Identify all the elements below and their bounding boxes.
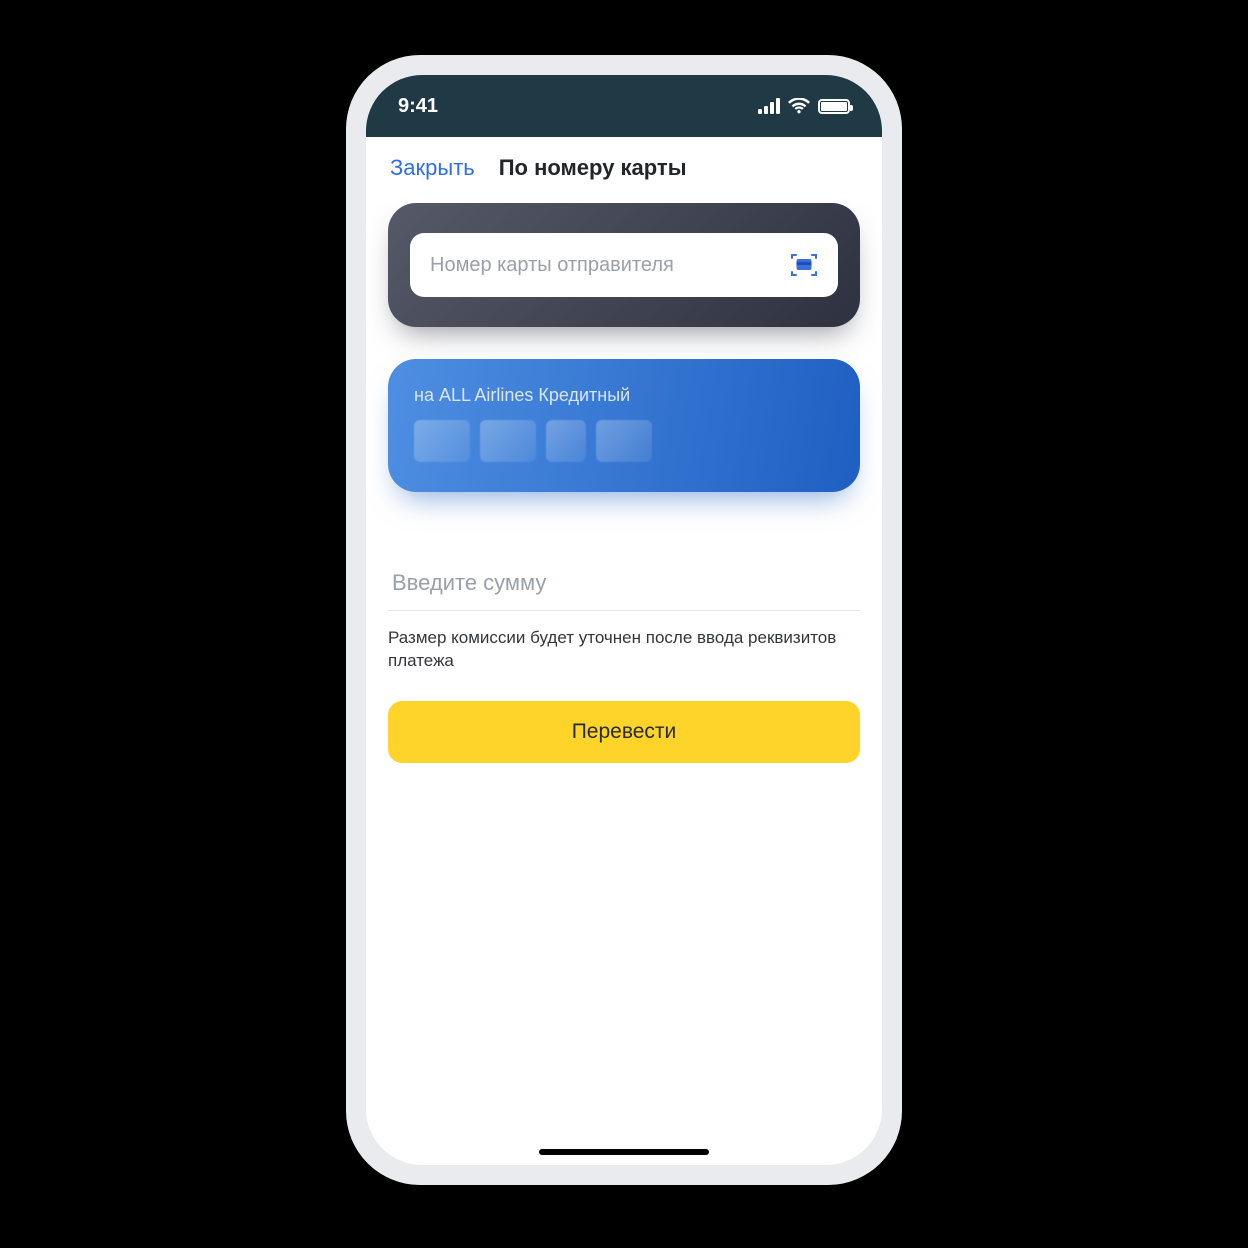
cellular-signal-icon <box>758 98 780 114</box>
card-input-row <box>410 233 838 297</box>
phone-screen: 9:41 Закрыть По номеру карты <box>366 75 882 1165</box>
destination-label: на ALL Airlines Кредитный <box>414 385 834 406</box>
wifi-icon <box>788 98 810 114</box>
status-bar: 9:41 <box>366 75 882 137</box>
page-title: По номеру карты <box>499 155 687 181</box>
home-indicator[interactable] <box>539 1149 709 1155</box>
nav-bar: Закрыть По номеру карты <box>366 137 882 203</box>
sender-card-number-input[interactable] <box>430 254 776 277</box>
amount-input[interactable] <box>392 570 856 596</box>
commission-hint: Размер комиссии будет уточнен после ввод… <box>388 627 860 673</box>
destination-card-number-masked <box>414 420 834 462</box>
amount-field <box>388 562 860 611</box>
scan-card-button[interactable] <box>786 247 822 283</box>
phone-frame: 9:41 Закрыть По номеру карты <box>346 55 902 1185</box>
destination-card[interactable]: на ALL Airlines Кредитный <box>388 359 860 492</box>
sender-card <box>388 203 860 327</box>
battery-icon <box>818 99 850 114</box>
transfer-button[interactable]: Перевести <box>388 701 860 763</box>
close-button[interactable]: Закрыть <box>390 155 475 181</box>
content: на ALL Airlines Кредитный Размер комисси… <box>366 203 882 1165</box>
scan-card-icon <box>790 253 818 277</box>
status-time: 9:41 <box>398 95 438 118</box>
